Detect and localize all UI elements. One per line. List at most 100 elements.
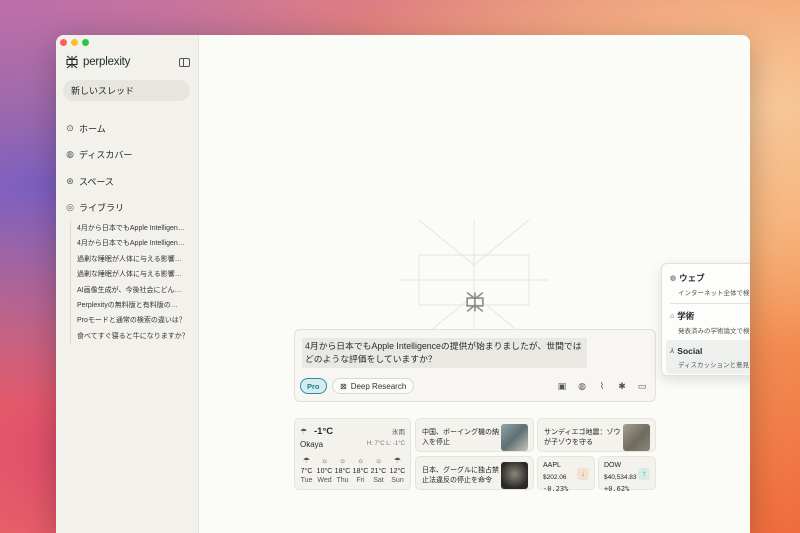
forecast-temp: 10°C: [316, 468, 333, 475]
background-logo-pattern: [399, 219, 549, 341]
sun-icon: ☼: [356, 456, 365, 465]
forecast-temp: 18°C: [352, 468, 369, 475]
globe-icon: ◍: [670, 275, 677, 282]
forecast-day: ☼ 10°C Wed: [316, 456, 333, 484]
window-icon[interactable]: ▭: [637, 381, 647, 392]
perplexity-logo-icon: [66, 55, 78, 69]
library-thread-item[interactable]: 4月から日本でもApple Intelligen…: [77, 221, 194, 236]
sidebar-item-label: スペース: [79, 176, 114, 187]
sidebar: perplexity 新しいスレッド ⊙ ホーム ◍ ディスカバー ⊛ スペース…: [56, 35, 199, 533]
search-toolbar: ▣ ◍ ⌇ ✱ ▭: [557, 381, 647, 392]
sidebar-item-discover[interactable]: ◍ ディスカバー: [64, 142, 194, 169]
forecast-day-label: Fri: [356, 477, 365, 484]
search-query-input[interactable]: 4月から日本でもApple Intelligenceの提供が始まりましたが、世間…: [302, 338, 587, 368]
app-window: perplexity 新しいスレッド ⊙ ホーム ◍ ディスカバー ⊛ スペース…: [56, 35, 750, 533]
weather-temp: -1°C: [314, 426, 334, 437]
spaces-icon: ⊛: [66, 175, 74, 186]
search-box: 4月から日本でもApple Intelligenceの提供が始まりましたが、世間…: [294, 329, 656, 402]
home-icon: ⊙: [66, 122, 74, 133]
news-headline: 日本、グーグルに独占禁止法違反の停止を命令: [422, 467, 499, 484]
window-controls: [60, 39, 89, 46]
globe-icon[interactable]: ◍: [577, 381, 587, 392]
library-thread-list: 4月から日本でもApple Intelligen… 4月から日本でもApple …: [70, 221, 194, 345]
cpu-icon[interactable]: ▣: [557, 381, 567, 392]
stock-price: $202.06: [543, 474, 567, 481]
source-option-title: Social: [677, 346, 703, 356]
news-card[interactable]: 中国、ボーイング機の納入を停止: [415, 418, 534, 452]
deep-research-button[interactable]: ⊠ Deep Research: [332, 378, 415, 394]
sidebar-item-library[interactable]: ◎ ライブラリ: [64, 195, 194, 222]
collapse-sidebar-icon[interactable]: [179, 57, 190, 67]
forecast-temp: 18°C: [334, 468, 351, 475]
source-option-web[interactable]: ◍ ウェブ インターネット全体で検索: [666, 266, 750, 300]
maximize-window-button[interactable]: [82, 39, 89, 46]
source-option-academic[interactable]: ⌂ 学術 発表済みの学術論文で検索: [666, 304, 750, 338]
library-thread-item[interactable]: 4月から日本でもApple Intelligen…: [77, 236, 194, 251]
globe-icon: ◍: [66, 149, 74, 160]
rain-icon: ☂: [302, 456, 311, 465]
stock-price: $40,534.83: [604, 474, 637, 481]
deep-research-label: Deep Research: [350, 381, 407, 391]
library-thread-item[interactable]: Perplexityの無料版と有料版の…: [77, 298, 194, 313]
forecast-day: ☼ 18°C Fri: [352, 456, 369, 484]
forecast-day: ☂ 12°C Sun: [389, 456, 406, 484]
forecast-temp: 21°C: [370, 468, 387, 475]
source-option-title: 学術: [677, 311, 695, 321]
source-option-desc: 発表済みの学術論文で検索: [678, 328, 750, 335]
rain-icon: ☂: [300, 427, 308, 436]
source-option-social[interactable]: ⅄Social ディスカッションと意見を検索 ✓: [666, 340, 750, 374]
source-option-desc: インターネット全体で検索: [678, 290, 750, 297]
news-card[interactable]: 日本、グーグルに独占禁止法違反の停止を命令: [415, 456, 534, 490]
forecast-day: ☼ 18°C Thu: [334, 456, 351, 484]
forecast-day-label: Wed: [317, 477, 332, 484]
sidebar-item-spaces[interactable]: ⊛ スペース: [64, 168, 194, 195]
forecast-day-label: Tue: [300, 477, 313, 484]
main-panel: 4月から日本でもApple Intelligenceの提供が始まりましたが、世間…: [199, 35, 750, 533]
new-thread-button[interactable]: 新しいスレッド: [63, 80, 190, 101]
sidebar-item-home[interactable]: ⊙ ホーム: [64, 115, 194, 142]
perplexity-center-logo-icon: [466, 291, 484, 313]
paperclip-icon[interactable]: ⌇: [597, 381, 607, 392]
sun-icon: ☼: [338, 456, 347, 465]
brand-name: perplexity: [83, 56, 131, 68]
brand-row: perplexity: [65, 55, 190, 69]
news-card[interactable]: サンディエゴ地震：ゾウが子ゾウを守る: [537, 418, 656, 452]
sidebar-item-label: ディスカバー: [79, 150, 133, 161]
arrow-down-icon: ↓: [577, 468, 589, 480]
news-thumbnail: [623, 424, 650, 451]
stock-change: +0.62%: [604, 485, 630, 493]
stock-symbol: AAPL: [543, 462, 561, 469]
forecast-temp: 12°C: [389, 468, 406, 475]
stock-card[interactable]: AAPL $202.06 -0.23% ↓: [537, 456, 595, 493]
arrow-up-icon: ↑: [638, 468, 650, 480]
pro-toggle[interactable]: Pro: [300, 378, 327, 394]
mic-icon[interactable]: ✱: [617, 381, 627, 392]
stock-card[interactable]: DOW $40,534.83 +0.62% ↑: [598, 456, 656, 493]
library-icon: ◎: [66, 202, 74, 213]
source-option-desc: ディスカッションと意見を検索: [678, 362, 750, 369]
news-headline: 中国、ボーイング機の納入を停止: [422, 429, 499, 446]
sidebar-item-label: ライブラリ: [79, 203, 125, 214]
weather-card[interactable]: ☂ -1°C 氷雨 Okaya H: 7°C L: -1°C ☂ 7°C Tue ☼…: [294, 418, 411, 490]
forecast-day: ☂ 7°C Tue: [298, 456, 315, 484]
sun-icon: ☼: [320, 456, 329, 465]
news-headline: サンディエゴ地震：ゾウが子ゾウを守る: [544, 429, 621, 446]
forecast-day-label: Sat: [373, 477, 384, 484]
library-thread-item[interactable]: 過剰な睡眠が人体に与える影響…: [77, 267, 194, 282]
stock-change: -0.23%: [543, 485, 569, 493]
library-thread-item[interactable]: AI画像生成が、今後社会にどん…: [77, 283, 194, 298]
sidebar-nav: ⊙ ホーム ◍ ディスカバー ⊛ スペース ◎ ライブラリ: [64, 115, 194, 221]
weather-city: Okaya: [300, 440, 324, 449]
source-option-title: ウェブ: [679, 273, 705, 283]
forecast-day: ☼ 21°C Sat: [370, 456, 387, 484]
library-thread-item[interactable]: 過剰な睡眠が人体に与える影響…: [77, 252, 194, 267]
source-dropdown: ◍ ウェブ インターネット全体で検索 ⌂ 学術 発表済みの学術論文で検索 ⅄ Soci…: [661, 263, 750, 376]
forecast-day-label: Sun: [391, 477, 404, 484]
stock-symbol: DOW: [604, 462, 622, 469]
close-window-button[interactable]: [60, 39, 67, 46]
news-thumbnail: [501, 424, 528, 451]
minimize-window-button[interactable]: [71, 39, 78, 46]
weather-condition: 氷雨: [392, 429, 405, 436]
library-thread-item[interactable]: Proモードと通常の検索の違いは？: [77, 313, 194, 328]
library-thread-item[interactable]: 食べてすぐ寝ると牛になりますか？: [77, 329, 194, 344]
